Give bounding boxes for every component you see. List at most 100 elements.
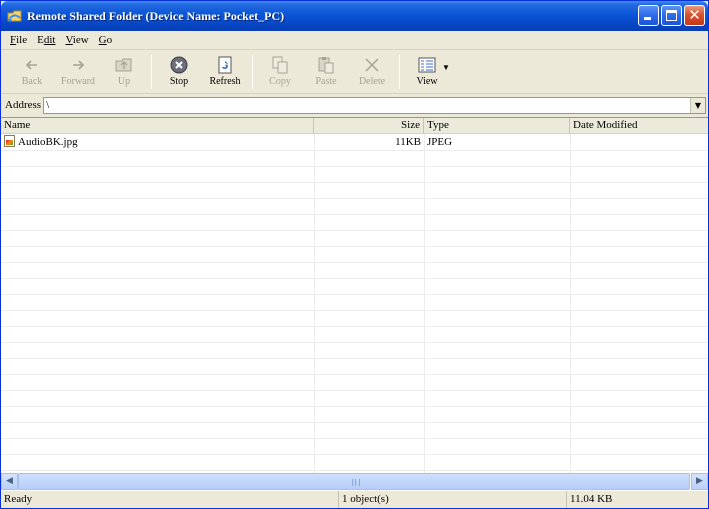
copy-label: Copy xyxy=(269,76,291,87)
horizontal-scrollbar[interactable]: ◀ ▶ xyxy=(1,473,708,490)
address-dropdown-icon[interactable]: ▼ xyxy=(690,97,705,113)
grid-row-line xyxy=(1,454,708,455)
toolbar-separator xyxy=(151,55,152,89)
close-button[interactable]: ✕ xyxy=(684,5,705,26)
grid-row-line xyxy=(1,246,708,247)
address-input[interactable]: \ ▼ xyxy=(43,96,706,114)
grid-row-line xyxy=(1,390,708,391)
grid-row-line xyxy=(1,150,708,151)
toolbar-separator xyxy=(399,55,400,89)
grid-column-line xyxy=(314,134,315,473)
table-row[interactable]: AudioBK.jpg 11KB JPEG xyxy=(1,134,708,150)
grid-row-line xyxy=(1,198,708,199)
column-header-date[interactable]: Date Modified xyxy=(570,118,708,134)
grid-row-line xyxy=(1,214,708,215)
status-size: 11.04 KB xyxy=(570,493,613,505)
scroll-thumb[interactable] xyxy=(18,473,690,490)
stop-button[interactable]: Stop xyxy=(156,52,202,92)
menu-view[interactable]: View xyxy=(60,34,93,46)
grid-column-line xyxy=(424,134,425,473)
forward-arrow-icon xyxy=(68,55,88,75)
menu-go-label: o xyxy=(106,34,113,46)
menu-edit[interactable]: Edit xyxy=(32,34,60,46)
maximize-button[interactable] xyxy=(661,5,682,26)
forward-button[interactable]: Forward xyxy=(55,52,101,92)
grid-row-line xyxy=(1,342,708,343)
paste-button[interactable]: Paste xyxy=(303,52,349,92)
column-size-label: Size xyxy=(401,119,420,131)
column-headers: Name Size Type Date Modified xyxy=(1,118,708,134)
status-bar: Ready 1 object(s) 11.04 KB xyxy=(1,490,708,508)
menu-go[interactable]: Go xyxy=(94,34,117,46)
file-type-cell: JPEG xyxy=(427,136,453,148)
shared-folder-icon xyxy=(7,8,23,24)
forward-label: Forward xyxy=(61,76,95,87)
up-label: Up xyxy=(117,76,131,87)
column-type-label: Type xyxy=(427,119,449,131)
back-button[interactable]: Back xyxy=(9,52,55,92)
address-label: Address xyxy=(5,99,42,111)
paste-label: Paste xyxy=(315,76,337,87)
grid-row-line xyxy=(1,374,708,375)
back-arrow-icon xyxy=(22,55,42,75)
scroll-right-button[interactable]: ▶ xyxy=(691,473,708,490)
window-controls: ✕ xyxy=(638,5,705,26)
file-date-cell xyxy=(570,134,708,150)
delete-label: Delete xyxy=(358,76,386,87)
menu-edit-label: dit xyxy=(43,34,56,46)
scroll-right-icon: ▶ xyxy=(696,476,703,486)
status-text: Ready xyxy=(1,491,339,508)
scroll-track[interactable] xyxy=(18,473,691,490)
column-header-name[interactable]: Name xyxy=(1,118,314,134)
grid-column-line xyxy=(570,134,571,473)
status-count: 1 object(s) xyxy=(339,491,567,508)
grid-row-line xyxy=(1,422,708,423)
view-button[interactable]: View xyxy=(404,52,450,92)
address-value: \ xyxy=(46,98,50,111)
column-name-label: Name xyxy=(4,119,31,131)
scroll-grip-icon xyxy=(352,479,360,486)
title-bar[interactable]: Remote Shared Folder (Device Name: Pocke… xyxy=(1,1,708,31)
refresh-icon xyxy=(215,55,235,75)
grid-row-line xyxy=(1,262,708,263)
refresh-label: Refresh xyxy=(209,76,241,87)
app-window: Remote Shared Folder (Device Name: Pocke… xyxy=(0,0,709,509)
column-header-size[interactable]: Size xyxy=(314,118,424,134)
jpeg-file-icon xyxy=(4,135,15,147)
menu-file[interactable]: File xyxy=(5,34,32,46)
view-label: View xyxy=(416,76,438,87)
grid-row-line xyxy=(1,230,708,231)
paste-icon xyxy=(316,55,336,75)
grid-row-line xyxy=(1,294,708,295)
file-name-cell: AudioBK.jpg xyxy=(1,134,314,150)
copy-icon xyxy=(270,55,290,75)
copy-button[interactable]: Copy xyxy=(257,52,303,92)
menu-edit-first: E xyxy=(37,34,44,46)
view-dropdown-icon[interactable]: ▼ xyxy=(442,63,450,72)
grid-row-line xyxy=(1,438,708,439)
view-list-icon xyxy=(417,55,437,75)
delete-button[interactable]: Delete xyxy=(349,52,395,92)
menu-file-label: ile xyxy=(16,34,28,46)
grid-row-line xyxy=(1,406,708,407)
stop-label: Stop xyxy=(169,76,189,87)
up-folder-icon xyxy=(114,55,134,75)
file-list[interactable]: Name Size Type Date Modified AudioBK.jpg… xyxy=(1,117,708,473)
file-name: AudioBK.jpg xyxy=(18,136,78,148)
scroll-left-icon: ◀ xyxy=(6,476,13,486)
refresh-button[interactable]: Refresh xyxy=(202,52,248,92)
minimize-button[interactable] xyxy=(638,5,659,26)
menu-go-accel: G xyxy=(98,34,107,46)
file-size-cell: 11KB xyxy=(395,136,421,148)
scroll-left-button[interactable]: ◀ xyxy=(1,473,18,490)
grid-row-line xyxy=(1,166,708,167)
stop-icon xyxy=(169,55,189,75)
column-header-type[interactable]: Type xyxy=(424,118,570,134)
back-label: Back xyxy=(21,76,43,87)
up-button[interactable]: Up xyxy=(101,52,147,92)
toolbar-separator xyxy=(252,55,253,89)
column-date-label: Date Modified xyxy=(573,119,638,131)
menu-view-accel: V xyxy=(65,34,73,46)
address-bar: Address \ ▼ xyxy=(1,95,708,115)
menu-edit-accel: dit xyxy=(44,34,56,46)
